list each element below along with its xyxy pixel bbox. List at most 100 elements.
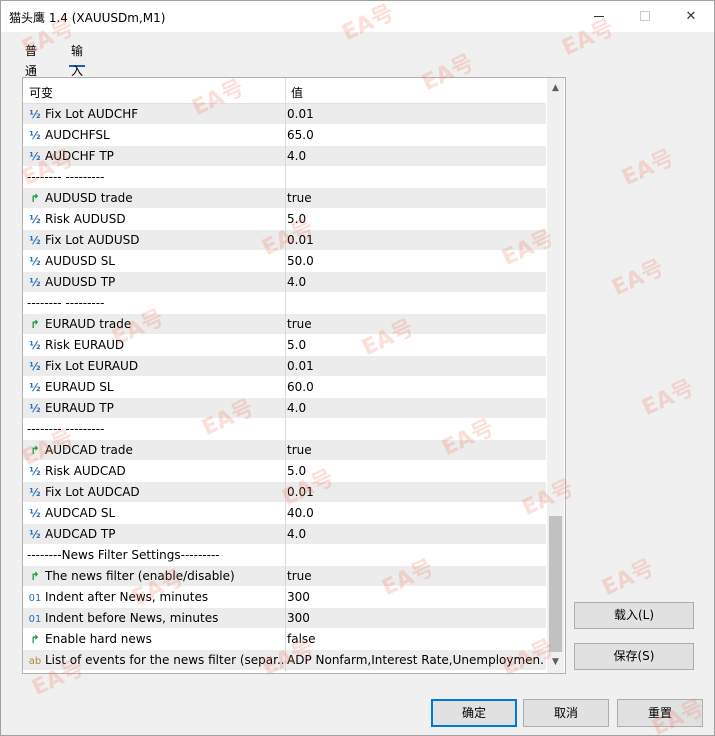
- column-divider: [285, 419, 286, 440]
- save-button[interactable]: 保存(S): [574, 643, 694, 670]
- integer-type-icon: 01: [28, 614, 42, 625]
- column-divider: [285, 293, 286, 314]
- parameter-name-cell: ↱ EURAUD trade: [27, 314, 283, 335]
- table-row[interactable]: ½ EURAUD SL 60.0: [23, 377, 546, 398]
- column-header-variable[interactable]: 可变: [29, 84, 53, 101]
- parameter-name-cell: ½ EURAUD SL: [27, 377, 283, 398]
- double-type-icon: ½: [29, 255, 41, 268]
- vertical-scrollbar[interactable]: ▲ ▼: [547, 78, 564, 673]
- table-row[interactable]: ½ Fix Lot EURAUD 0.01: [23, 356, 546, 377]
- parameter-value[interactable]: 4.0: [287, 272, 543, 293]
- table-row[interactable]: ↱ AUDCAD trade true: [23, 440, 546, 461]
- cancel-button[interactable]: 取消: [523, 699, 609, 727]
- table-row[interactable]: 01 Indent after News, minutes 300: [23, 587, 546, 608]
- parameter-value[interactable]: 4.0: [287, 398, 543, 419]
- scroll-up-icon[interactable]: ▲: [547, 80, 564, 97]
- reset-button[interactable]: 重置: [617, 699, 703, 727]
- minimize-button[interactable]: [576, 1, 622, 32]
- parameter-name: -------- ---------: [27, 422, 105, 436]
- parameter-value[interactable]: true: [287, 188, 543, 209]
- parameter-value[interactable]: ADP Nonfarm,Interest Rate,Unemploymen...: [287, 650, 543, 671]
- parameter-name: EURAUD trade: [45, 317, 132, 331]
- table-row[interactable]: ab List of events for the news filter (se…: [23, 650, 546, 671]
- column-divider: [285, 230, 286, 251]
- tab-inputs[interactable]: 输入: [69, 41, 86, 78]
- table-row[interactable]: ↱ Enable hard news false: [23, 629, 546, 650]
- parameter-value[interactable]: [287, 545, 543, 566]
- double-type-icon: ½: [29, 465, 41, 478]
- column-divider[interactable]: [285, 78, 286, 103]
- table-row[interactable]: ½ AUDCHFSL 65.0: [23, 125, 546, 146]
- parameter-value[interactable]: [287, 419, 543, 440]
- column-divider: [285, 629, 286, 650]
- scroll-down-icon[interactable]: ▼: [547, 654, 564, 671]
- tab-common[interactable]: 普通: [23, 41, 39, 78]
- parameter-value[interactable]: 300: [287, 587, 543, 608]
- parameter-value[interactable]: 300: [287, 608, 543, 629]
- close-button[interactable]: ✕: [668, 1, 714, 32]
- parameter-value[interactable]: 5.0: [287, 461, 543, 482]
- parameter-name: Fix Lot AUDUSD: [45, 233, 140, 247]
- parameter-value[interactable]: 0.01: [287, 482, 543, 503]
- table-row[interactable]: ½ AUDUSD SL 50.0: [23, 251, 546, 272]
- table-row[interactable]: ½ EURAUD TP 4.0: [23, 398, 546, 419]
- parameter-name-cell: ↱ AUDCAD trade: [27, 440, 283, 461]
- parameter-name: AUDUSD SL: [45, 254, 115, 268]
- parameter-value[interactable]: [287, 167, 543, 188]
- parameter-value[interactable]: [287, 293, 543, 314]
- parameter-value[interactable]: 0.01: [287, 230, 543, 251]
- parameter-name: Fix Lot AUDCHF: [45, 107, 139, 121]
- parameter-value[interactable]: 40.0: [287, 503, 543, 524]
- table-row[interactable]: ½ AUDUSD TP 4.0: [23, 272, 546, 293]
- table-row[interactable]: ½ AUDCAD SL 40.0: [23, 503, 546, 524]
- parameter-value[interactable]: 0.01: [287, 356, 543, 377]
- table-row[interactable]: -------- ---------: [23, 419, 546, 440]
- table-row[interactable]: ↱ The news filter (enable/disable) true: [23, 566, 546, 587]
- parameter-value[interactable]: 5.0: [287, 209, 543, 230]
- table-row[interactable]: ½ Risk EURAUD 5.0: [23, 335, 546, 356]
- parameter-value[interactable]: 4.0: [287, 524, 543, 545]
- column-divider: [285, 503, 286, 524]
- parameter-name-cell: ½ Fix Lot AUDCAD: [27, 482, 283, 503]
- table-row[interactable]: ½ Risk AUDCAD 5.0: [23, 461, 546, 482]
- table-row[interactable]: --------News Filter Settings---------: [23, 545, 546, 566]
- parameter-value[interactable]: false: [287, 629, 543, 650]
- ok-button[interactable]: 确定: [431, 699, 517, 727]
- table-row[interactable]: ↱ EURAUD trade true: [23, 314, 546, 335]
- load-button[interactable]: 载入(L): [574, 602, 694, 629]
- table-row[interactable]: ½ Fix Lot AUDCHF 0.01: [23, 104, 546, 125]
- bool-type-icon: ↱: [30, 444, 40, 457]
- parameter-name: Risk AUDUSD: [45, 212, 126, 226]
- parameter-name-cell: ½ AUDUSD TP: [27, 272, 283, 293]
- table-row[interactable]: ½ Fix Lot AUDCAD 0.01: [23, 482, 546, 503]
- parameter-value[interactable]: true: [287, 440, 543, 461]
- table-row[interactable]: -------- ---------: [23, 293, 546, 314]
- table-row[interactable]: ½ AUDCHF TP 4.0: [23, 146, 546, 167]
- parameter-name-cell: ½ EURAUD TP: [27, 398, 283, 419]
- table-row[interactable]: -------- ---------: [23, 167, 546, 188]
- parameter-value[interactable]: 50.0: [287, 251, 543, 272]
- table-row[interactable]: 01 Indent before News, minutes 300: [23, 608, 546, 629]
- parameter-name-cell: ½ Fix Lot AUDCHF: [27, 104, 283, 125]
- scroll-thumb[interactable]: [549, 516, 562, 652]
- table-row[interactable]: ↱ AUDUSD trade true: [23, 188, 546, 209]
- table-row[interactable]: ½ AUDCAD TP 4.0: [23, 524, 546, 545]
- parameter-name-cell: ½ AUDUSD SL: [27, 251, 283, 272]
- parameter-name: Indent before News, minutes: [45, 611, 219, 625]
- table-row[interactable]: ½ Risk AUDUSD 5.0: [23, 209, 546, 230]
- parameter-value[interactable]: 4.0: [287, 146, 543, 167]
- parameter-value[interactable]: true: [287, 566, 543, 587]
- parameter-name-cell: -------- ---------: [27, 293, 283, 314]
- parameter-value[interactable]: 60.0: [287, 377, 543, 398]
- parameter-value[interactable]: 5.0: [287, 335, 543, 356]
- parameter-value[interactable]: 0.01: [287, 104, 543, 125]
- parameter-value[interactable]: 65.0: [287, 125, 543, 146]
- column-header-value[interactable]: 值: [291, 84, 303, 101]
- parameter-name: AUDUSD TP: [45, 275, 116, 289]
- bool-type-icon: ↱: [30, 633, 40, 646]
- bool-type-icon: ↱: [30, 318, 40, 331]
- table-row[interactable]: ½ Fix Lot AUDUSD 0.01: [23, 230, 546, 251]
- parameter-name: EURAUD SL: [45, 380, 114, 394]
- double-type-icon: ½: [29, 150, 41, 163]
- parameter-value[interactable]: true: [287, 314, 543, 335]
